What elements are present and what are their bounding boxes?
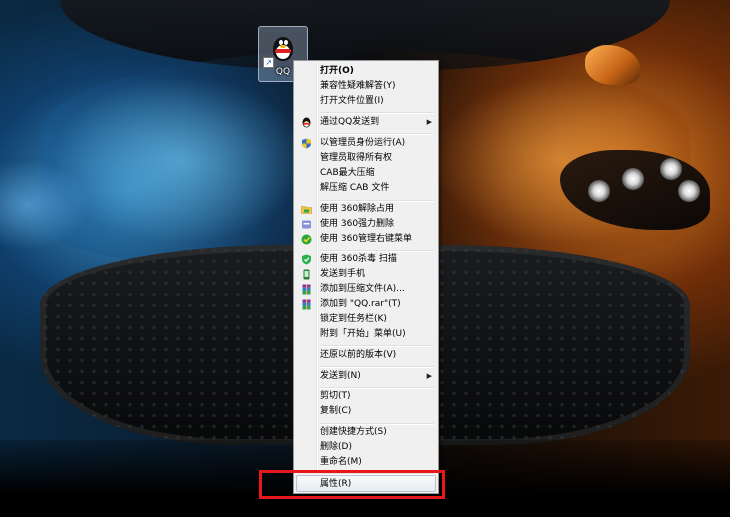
headlight [622, 168, 644, 190]
menu-item-label: 以管理员身份运行(A) [320, 138, 406, 148]
menu-item-copy[interactable]: 复制(C) [296, 404, 436, 419]
menu-item-pin-to-start-menu[interactable]: 附到「开始」菜单(U) [296, 327, 436, 342]
menu-separator [320, 112, 434, 114]
360-antivirus-icon [302, 254, 311, 265]
wallpaper-car-mirror [585, 45, 640, 85]
uac-shield-icon [302, 138, 311, 149]
menu-item-label: 解压缩 CAB 文件 [320, 183, 390, 193]
menu-item-360-unlock[interactable]: 使用 360解除占用 [296, 202, 436, 217]
menu-item-troubleshoot-compatibility[interactable]: 兼容性疑难解答(Y) [296, 79, 436, 94]
menu-item-cut[interactable]: 剪切(T) [296, 389, 436, 404]
menu-separator [320, 133, 434, 135]
menu-item-label: 添加到 "QQ.rar"(T) [320, 299, 401, 309]
menu-item-send-via-qq[interactable]: 通过QQ发送到 ▶ [296, 115, 436, 130]
menu-item-add-to-qq-rar[interactable]: 添加到 "QQ.rar"(T) [296, 297, 436, 312]
360-folder-icon [301, 206, 312, 214]
menu-item-run-as-admin[interactable]: 以管理员身份运行(A) [296, 136, 436, 151]
winrar-icon [302, 299, 311, 310]
menu-item-label: 添加到压缩文件(A)... [320, 284, 405, 294]
menu-item-label: CAB最大压缩 [320, 168, 375, 178]
menu-item-create-shortcut[interactable]: 创建快捷方式(S) [296, 425, 436, 440]
wallpaper-left-headlight [0, 160, 90, 250]
menu-item-add-to-archive[interactable]: 添加到压缩文件(A)... [296, 282, 436, 297]
menu-item-label: 打开文件位置(I) [320, 96, 384, 106]
menu-item-send-to[interactable]: 发送到(N) ▶ [296, 369, 436, 384]
menu-item-open-file-location[interactable]: 打开文件位置(I) [296, 94, 436, 109]
menu-item-label: 管理员取得所有权 [320, 153, 393, 163]
menu-item-open[interactable]: 打开(O) [296, 64, 436, 79]
menu-item-label: 重命名(M) [320, 457, 362, 467]
menu-item-send-to-phone[interactable]: 发送到手机 [296, 267, 436, 282]
menu-item-restore-previous-versions[interactable]: 还原以前的版本(V) [296, 348, 436, 363]
menu-item-take-ownership[interactable]: 管理员取得所有权 [296, 151, 436, 166]
menu-item-label: 使用 360解除占用 [320, 204, 395, 214]
submenu-arrow-icon: ▶ [426, 372, 432, 380]
menu-item-label: 兼容性疑难解答(Y) [320, 81, 396, 91]
menu-item-label: 通过QQ发送到 [320, 117, 380, 127]
headlight [588, 180, 610, 202]
headlight [660, 158, 682, 180]
menu-item-label: 使用 360管理右键菜单 [320, 234, 413, 244]
menu-item-cab-extract[interactable]: 解压缩 CAB 文件 [296, 181, 436, 196]
menu-item-label: 附到「开始」菜单(U) [320, 329, 406, 339]
menu-separator [320, 366, 434, 368]
menu-item-label: 锁定到任务栏(K) [320, 314, 387, 324]
menu-item-label: 还原以前的版本(V) [320, 350, 397, 360]
menu-item-label: 删除(D) [320, 442, 352, 452]
menu-item-360-force-delete[interactable]: 使用 360强力删除 [296, 217, 436, 232]
menu-item-cab-compress[interactable]: CAB最大压缩 [296, 166, 436, 181]
menu-item-label: 发送到手机 [320, 269, 366, 279]
menu-item-delete[interactable]: 删除(D) [296, 440, 436, 455]
menu-item-label: 发送到(N) [320, 371, 361, 381]
qq-penguin-icon [271, 31, 295, 63]
menu-item-label: 剪切(T) [320, 391, 351, 401]
winrar-icon [302, 284, 311, 295]
submenu-arrow-icon: ▶ [426, 118, 432, 126]
qq-penguin-icon [302, 117, 311, 128]
menu-item-label: 创建快捷方式(S) [320, 427, 387, 437]
menu-item-rename[interactable]: 重命名(M) [296, 455, 436, 470]
menu-item-360-manage-context-menu[interactable]: 使用 360管理右键菜单 [296, 232, 436, 247]
menu-item-label: 使用 360杀毒 扫描 [320, 254, 397, 264]
360-menu-icon [301, 234, 312, 245]
phone-icon [303, 269, 310, 280]
menu-separator [320, 345, 434, 347]
360-shred-icon [302, 220, 311, 229]
context-menu: 打开(O) 兼容性疑难解答(Y) 打开文件位置(I) 通过QQ发送到 ▶ 以管理… [293, 60, 439, 494]
menu-item-pin-to-taskbar[interactable]: 锁定到任务栏(K) [296, 312, 436, 327]
annotation-highlight-box [259, 470, 445, 499]
menu-item-label: 使用 360强力删除 [320, 219, 395, 229]
headlight [678, 180, 700, 202]
menu-item-360-antivirus-scan[interactable]: 使用 360杀毒 扫描 [296, 252, 436, 267]
menu-item-label: 打开(O) [320, 66, 354, 76]
menu-item-label: 复制(C) [320, 406, 352, 416]
